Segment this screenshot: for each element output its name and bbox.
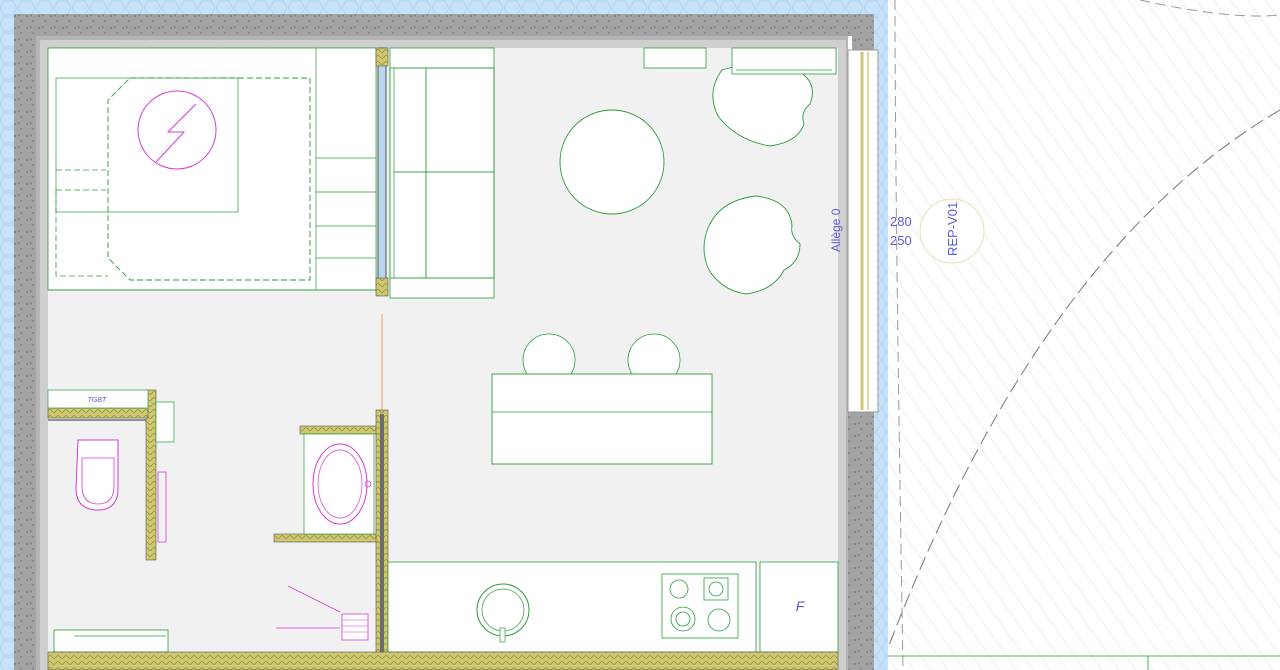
outer-wall-bottom <box>47 651 839 670</box>
outer-wall-right-lower <box>848 412 874 670</box>
outer-wall-top <box>14 14 874 36</box>
basin-wall-bottom <box>273 533 381 543</box>
lightning-bolt-symbol <box>137 90 217 170</box>
central-wall-core <box>380 414 384 666</box>
sill-note: Allège 0 <box>829 208 843 252</box>
bottom-cabinet-left <box>53 629 169 653</box>
basin-wall-top <box>299 425 379 435</box>
drain-grate-symbol <box>341 613 369 641</box>
outer-wall-right-upper <box>852 14 874 50</box>
kitchen-tap <box>499 627 506 643</box>
window-ref-label: REP-V01 <box>945 202 960 256</box>
washbasin <box>312 443 368 525</box>
soil-strip-top <box>0 0 888 14</box>
dining-table <box>559 109 665 215</box>
partition-post-bottom <box>375 277 389 297</box>
height-top: 280 <box>890 214 912 229</box>
cabinet-small <box>155 401 175 443</box>
partition-post-top <box>375 47 389 67</box>
glass-partition <box>377 47 387 295</box>
hatched-exterior-zone <box>888 0 1280 670</box>
kitchen-island <box>491 373 713 465</box>
height-bottom: 250 <box>890 233 912 248</box>
fridge-label: F <box>796 598 806 614</box>
outer-wall-left <box>14 14 36 670</box>
sofa-outline <box>389 47 495 299</box>
soil-strip-left <box>0 0 14 670</box>
bed-headboard-block <box>315 47 377 291</box>
bathroom-wall-horizontal <box>47 407 149 419</box>
sideboard-top <box>643 47 707 69</box>
electrical-panel-label: TGBT <box>88 397 107 404</box>
floor-plan-canvas: TGBT F Allège 0 280 250 REP-V01 <box>0 0 1280 670</box>
